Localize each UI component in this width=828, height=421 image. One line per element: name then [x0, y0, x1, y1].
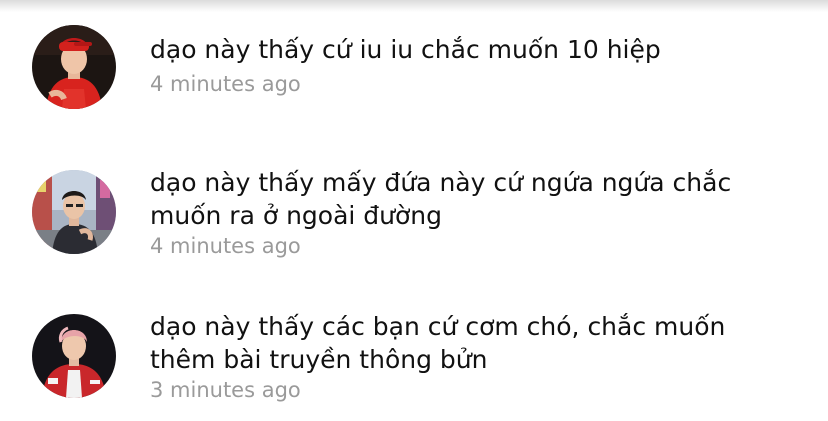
comment-list: dạo này thấy cứ iu iu chắc muốn 10 hiệp …: [0, 0, 828, 421]
user-avatar-red-jacket-icon: [32, 314, 116, 398]
user-avatar-street-icon: [32, 170, 116, 254]
comment-text: dạo này thấy cứ iu iu chắc muốn 10 hiệp: [150, 35, 661, 64]
comment-timestamp: 4 minutes ago: [150, 72, 301, 96]
user-avatar-red-shirt-icon: [32, 25, 116, 109]
avatar[interactable]: [32, 314, 116, 398]
comment-text: dạo này thấy các bạn cứ cơm chó, chắc mu…: [150, 312, 726, 374]
comment-timestamp: 3 minutes ago: [150, 378, 301, 402]
avatar[interactable]: [32, 25, 116, 109]
avatar[interactable]: [32, 170, 116, 254]
comment-timestamp: 4 minutes ago: [150, 234, 301, 258]
comment-text: dạo này thấy mấy đứa này cứ ngứa ngứa ch…: [150, 168, 732, 230]
comment-body: dạo này thấy mấy đứa này cứ ngứa ngứa ch…: [150, 166, 790, 260]
comment-body: dạo này thấy các bạn cứ cơm chó, chắc mu…: [150, 310, 790, 404]
comment-body: dạo này thấy cứ iu iu chắc muốn 10 hiệp …: [150, 33, 790, 98]
